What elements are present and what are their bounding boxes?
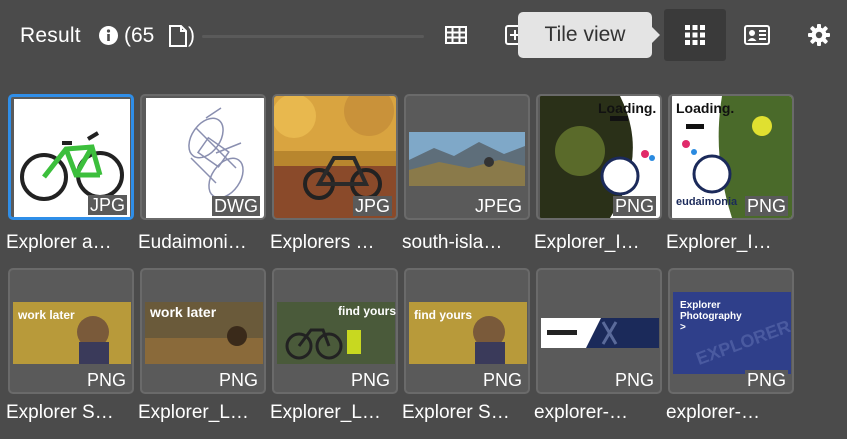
file-type-badge: PNG <box>744 370 788 390</box>
result-label: Result <box>20 24 81 47</box>
tile-view-button[interactable] <box>664 9 726 61</box>
table-view-icon[interactable] <box>443 22 469 48</box>
tile-view-tooltip: Tile view <box>518 12 652 58</box>
asset-name[interactable]: Explorer S… <box>402 402 528 424</box>
tile-view-icon <box>682 22 708 48</box>
document-icon <box>168 24 188 48</box>
loading-text: Loading. <box>598 100 657 116</box>
asset-tile[interactable]: JPG <box>272 94 398 220</box>
result-count: (65 <box>124 24 155 47</box>
file-type-badge: PNG <box>84 370 128 390</box>
asset-name[interactable]: south-isla… <box>402 232 528 254</box>
file-type-badge: DWG <box>212 196 260 216</box>
asset-tile[interactable]: Loading. PNG <box>536 94 662 220</box>
asset-tile[interactable]: PNG <box>536 268 662 394</box>
asset-name[interactable]: Explorers … <box>270 232 396 254</box>
file-type-badge: PNG <box>744 196 788 216</box>
asset-name[interactable]: explorer-… <box>534 402 660 424</box>
asset-name[interactable]: explorer-… <box>666 402 792 424</box>
banner-text: find yours <box>338 304 397 318</box>
thumbnail-image <box>541 318 659 348</box>
file-type-badge: JPG <box>87 195 127 215</box>
asset-name[interactable]: Explorer a… <box>6 232 132 254</box>
asset-tile[interactable]: DWG <box>140 94 266 220</box>
result-count-close: ) <box>188 24 195 47</box>
card-view-icon[interactable] <box>744 22 770 48</box>
brand-text: eudaimonia <box>676 196 738 208</box>
asset-name[interactable]: Eudaimoni… <box>138 232 264 254</box>
asset-name[interactable]: Explorer_L… <box>138 402 264 424</box>
banner-text: work later <box>150 304 217 320</box>
asset-tile[interactable]: work later PNG <box>140 268 266 394</box>
asset-tile[interactable]: EXPLORER Explorer Photography > PNG <box>668 268 794 394</box>
asset-name[interactable]: Explorer_I… <box>534 232 660 254</box>
toolbar-scrollbar[interactable] <box>202 35 424 38</box>
asset-tile[interactable]: find yours PNG <box>404 268 530 394</box>
info-icon[interactable] <box>99 26 118 45</box>
tooltip-arrow <box>651 26 660 44</box>
asset-name[interactable]: Explorer S… <box>6 402 132 424</box>
file-type-badge: JPEG <box>472 196 524 216</box>
settings-gear-icon[interactable] <box>806 22 832 48</box>
banner-text: find yours <box>414 308 473 322</box>
file-type-badge: PNG <box>216 370 260 390</box>
file-type-badge: JPG <box>352 196 392 216</box>
asset-name[interactable]: Explorer_I… <box>666 232 792 254</box>
asset-tile[interactable]: work later PNG <box>8 268 134 394</box>
file-type-badge: PNG <box>612 196 656 216</box>
results-toolbar: Result (65 ) Tile view <box>0 0 847 74</box>
banner-text: work later <box>18 308 75 322</box>
asset-tile[interactable]: JPEG <box>404 94 530 220</box>
asset-tile[interactable]: JPG <box>8 94 134 220</box>
loading-text: Loading. <box>676 100 735 116</box>
file-type-badge: PNG <box>480 370 524 390</box>
asset-tile[interactable]: Loading. eudaimonia PNG <box>668 94 794 220</box>
file-type-badge: PNG <box>612 370 656 390</box>
banner-text: Explorer Photography > <box>680 300 742 333</box>
asset-name[interactable]: Explorer_L… <box>270 402 396 424</box>
asset-tile[interactable]: find yours PNG <box>272 268 398 394</box>
file-type-badge: PNG <box>348 370 392 390</box>
thumbnail-image <box>409 132 525 186</box>
